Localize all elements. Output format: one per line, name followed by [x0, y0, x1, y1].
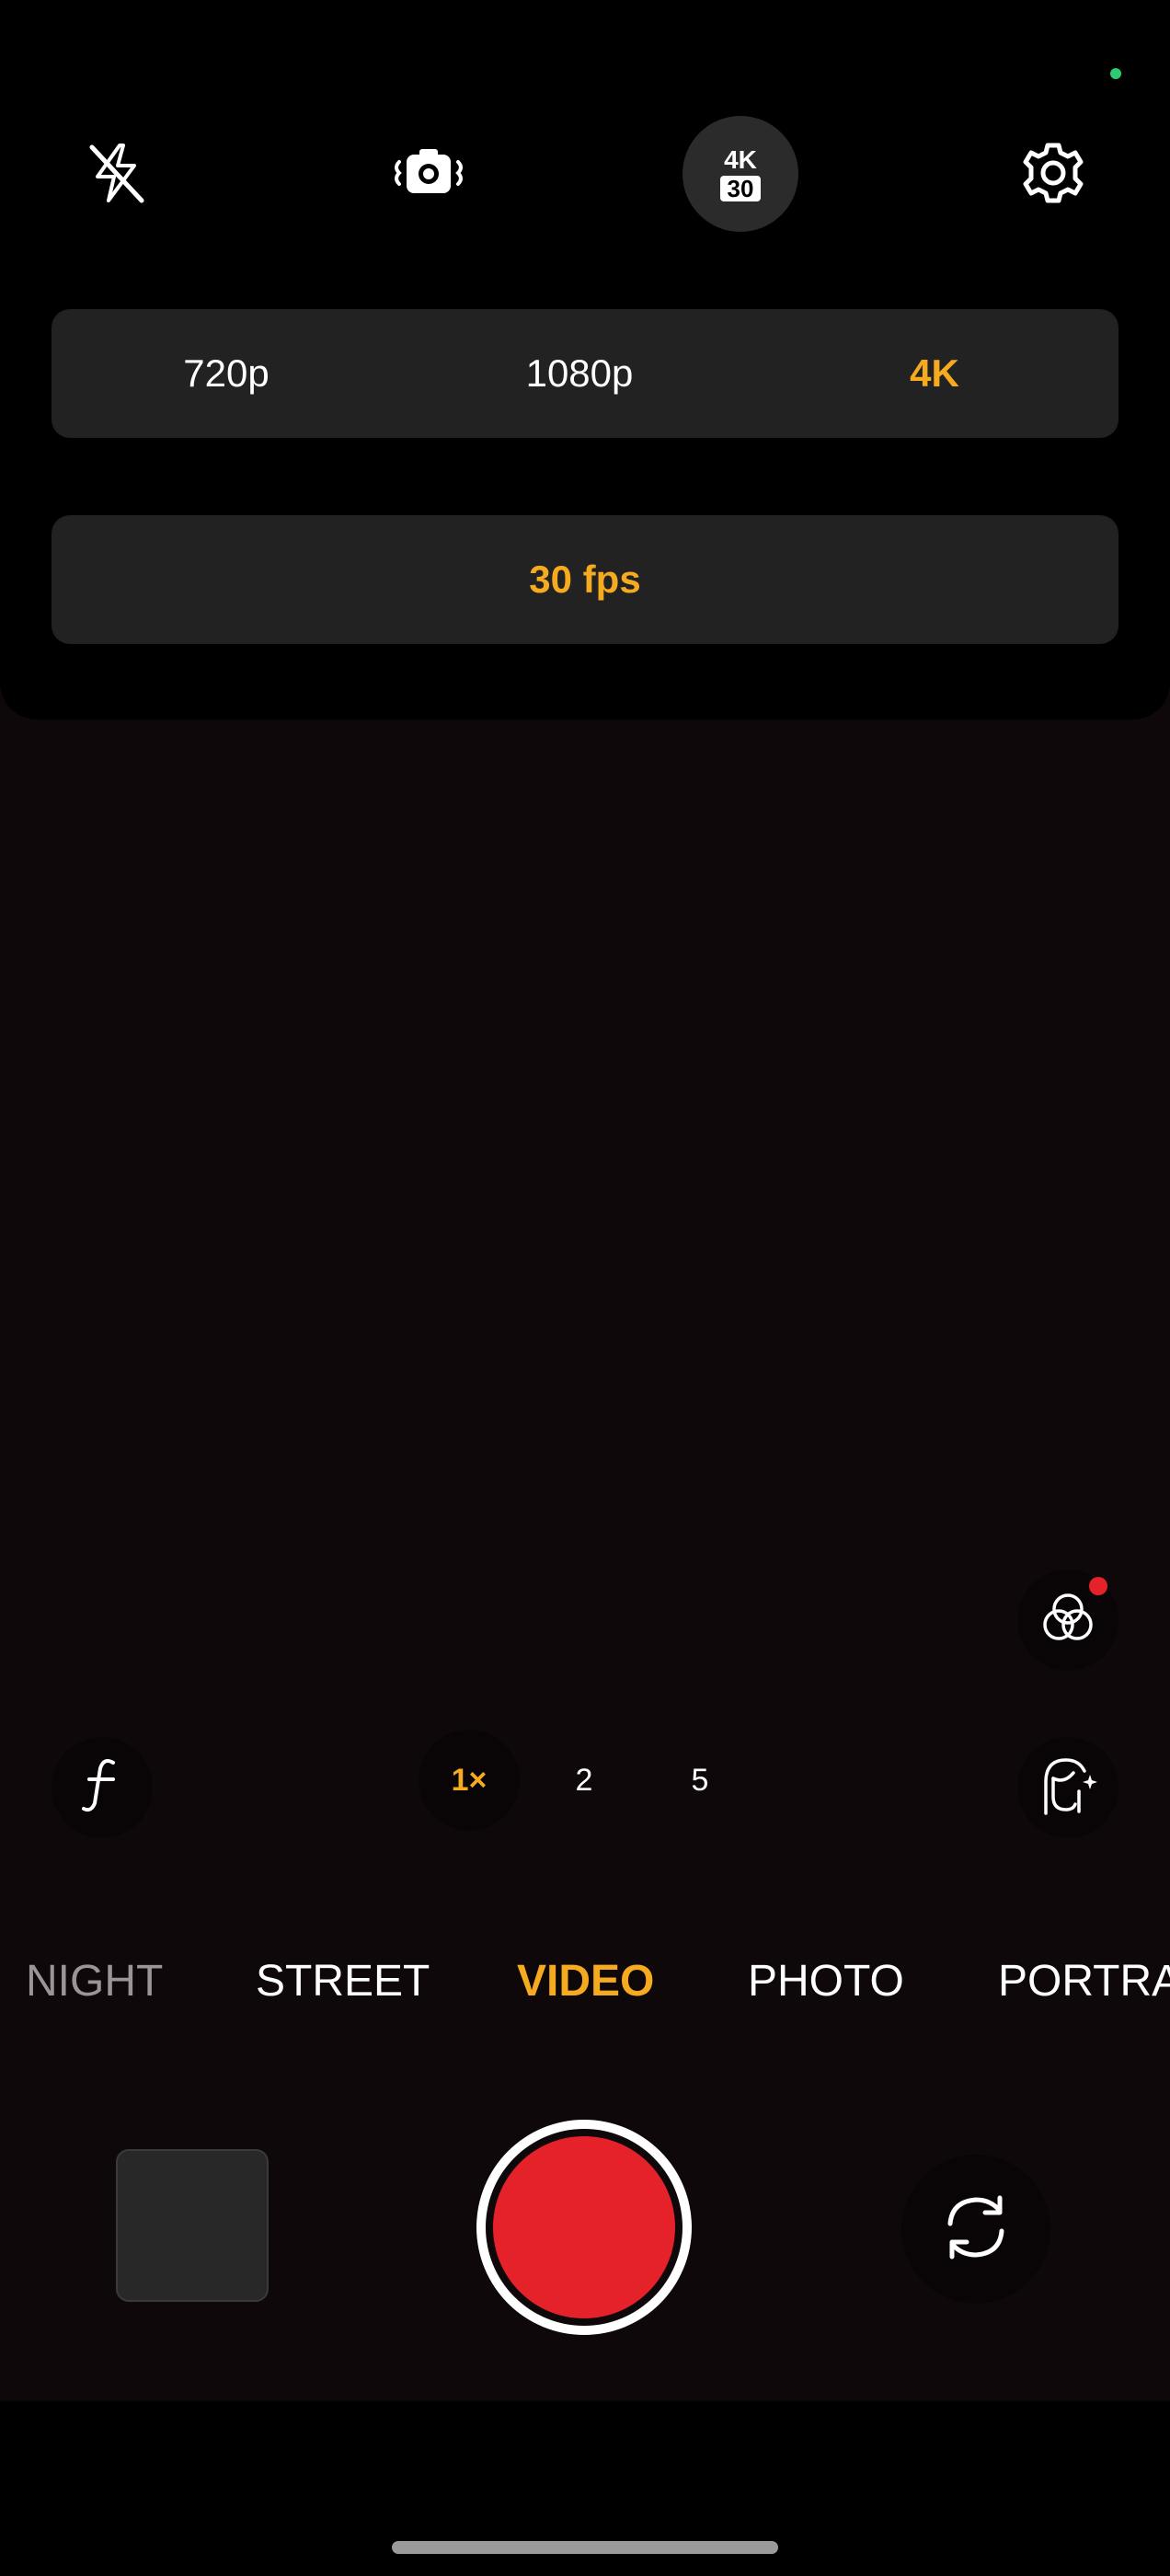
zoom-1x[interactable]: 1×	[419, 1730, 520, 1831]
mode-photo[interactable]: PHOTO	[748, 1949, 904, 2013]
resolution-option-4k[interactable]: 4K	[815, 309, 1054, 438]
mode-street[interactable]: STREET	[256, 1949, 430, 2013]
mode-video[interactable]: VIDEO	[517, 1949, 654, 2013]
frame-rate-option[interactable]: 30 fps	[52, 515, 1118, 644]
zoom-5x[interactable]: 5	[649, 1730, 751, 1831]
camera-settings-panel: 4K 30 720p 1080p 4K 30 fps	[0, 0, 1170, 719]
record-button-ring	[486, 2129, 682, 2326]
resolution-option-1080p[interactable]: 1080p	[460, 309, 699, 438]
filters-button[interactable]	[1017, 1570, 1118, 1671]
record-button-core	[493, 2136, 675, 2318]
switch-camera-button[interactable]	[901, 2155, 1050, 2304]
beauty-button[interactable]	[1017, 1737, 1118, 1838]
resolution-selector: 720p 1080p 4K	[52, 309, 1118, 438]
zoom-2x[interactable]: 2	[533, 1730, 635, 1831]
stabilization-icon[interactable]	[383, 127, 475, 219]
mode-night[interactable]: NIGHT	[26, 1949, 163, 2013]
video-quality-badge[interactable]: 4K 30	[682, 116, 798, 232]
filters-notification-dot	[1089, 1577, 1107, 1595]
status-indicator-dot	[1110, 68, 1121, 79]
switch-camera-icon	[934, 2185, 1018, 2274]
gallery-thumbnail[interactable]	[116, 2149, 269, 2302]
focus-button[interactable]	[52, 1737, 153, 1838]
mode-portrait[interactable]: PORTRA	[998, 1949, 1170, 2013]
quality-badge-resolution: 4K	[724, 145, 757, 174]
resolution-option-720p[interactable]: 720p	[107, 309, 346, 438]
filters-icon	[1033, 1583, 1103, 1658]
home-indicator[interactable]	[392, 2541, 778, 2554]
settings-icon[interactable]	[1007, 127, 1099, 219]
quality-badge-fps: 30	[719, 176, 762, 201]
frame-rate-selector[interactable]: 30 fps	[52, 515, 1118, 644]
flash-off-icon[interactable]	[70, 127, 162, 219]
focus-f-icon	[76, 1755, 128, 1821]
beauty-icon	[1033, 1751, 1103, 1825]
record-button[interactable]	[476, 2120, 692, 2335]
